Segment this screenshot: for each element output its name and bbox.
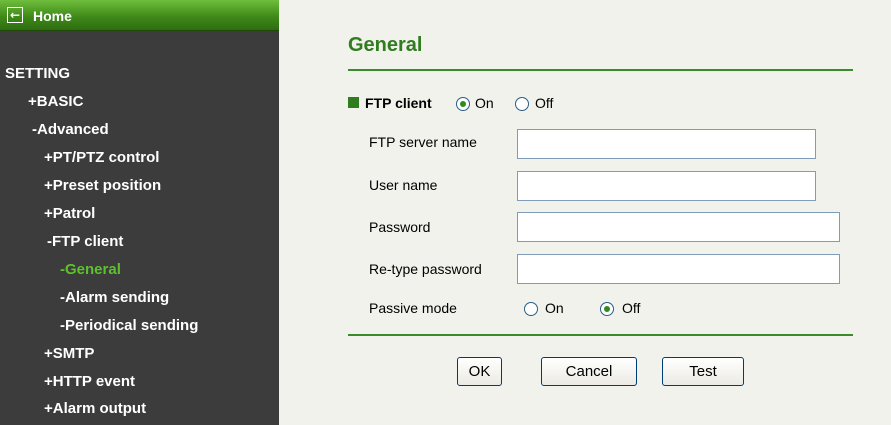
sidebar-heading-setting: SETTING [5, 65, 71, 82]
sidebar-item-periodical-sending[interactable]: -Periodical sending [60, 317, 198, 334]
passive-mode-off-label: Off [622, 300, 641, 316]
sidebar-item-http-event[interactable]: +HTTP event [44, 373, 135, 390]
home-link[interactable]: ← Home [0, 0, 279, 31]
password-input[interactable] [517, 212, 840, 242]
section-marker-icon [348, 97, 359, 108]
back-arrow-icon: ← [7, 7, 23, 23]
form-divider [348, 334, 853, 336]
main-content: General FTP client On Off FTP server nam… [279, 0, 891, 425]
ftp-client-on-radio[interactable] [456, 97, 470, 111]
passive-mode-on-label: On [545, 300, 564, 316]
passive-mode-on-radio[interactable] [524, 302, 538, 316]
user-name-input[interactable] [517, 171, 816, 201]
sidebar-item-general[interactable]: -General [60, 261, 121, 278]
sidebar-item-ftp-client[interactable]: -FTP client [47, 233, 123, 250]
ftp-client-label: FTP client [365, 95, 432, 111]
sidebar-item-smtp[interactable]: +SMTP [44, 345, 94, 362]
cancel-button[interactable]: Cancel [541, 357, 637, 386]
sidebar: ← Home SETTING +BASIC -Advanced +PT/PTZ … [0, 0, 279, 425]
sidebar-item-pt-ptz-control[interactable]: +PT/PTZ control [44, 149, 159, 166]
ftp-server-name-label: FTP server name [369, 134, 477, 150]
test-button[interactable]: Test [662, 357, 744, 386]
password-label: Password [369, 219, 431, 235]
sidebar-item-patrol[interactable]: +Patrol [44, 205, 95, 222]
title-divider [348, 69, 853, 71]
ftp-client-off-label: Off [535, 95, 554, 111]
page-title: General [348, 34, 423, 56]
sidebar-item-advanced[interactable]: -Advanced [32, 121, 109, 138]
sidebar-item-basic[interactable]: +BASIC [28, 93, 83, 110]
user-name-label: User name [369, 177, 438, 193]
passive-mode-off-radio[interactable] [600, 302, 614, 316]
retype-password-label: Re-type password [369, 261, 482, 277]
ok-button[interactable]: OK [457, 357, 502, 386]
ftp-client-off-radio[interactable] [515, 97, 529, 111]
passive-mode-label: Passive mode [369, 300, 457, 316]
sidebar-item-preset-position[interactable]: +Preset position [44, 177, 161, 194]
home-label: Home [33, 8, 72, 24]
ftp-client-on-label: On [475, 95, 494, 111]
retype-password-input[interactable] [517, 254, 840, 284]
sidebar-item-alarm-sending[interactable]: -Alarm sending [60, 289, 169, 306]
ftp-server-name-input[interactable] [517, 129, 816, 159]
sidebar-item-alarm-output[interactable]: +Alarm output [44, 400, 146, 417]
